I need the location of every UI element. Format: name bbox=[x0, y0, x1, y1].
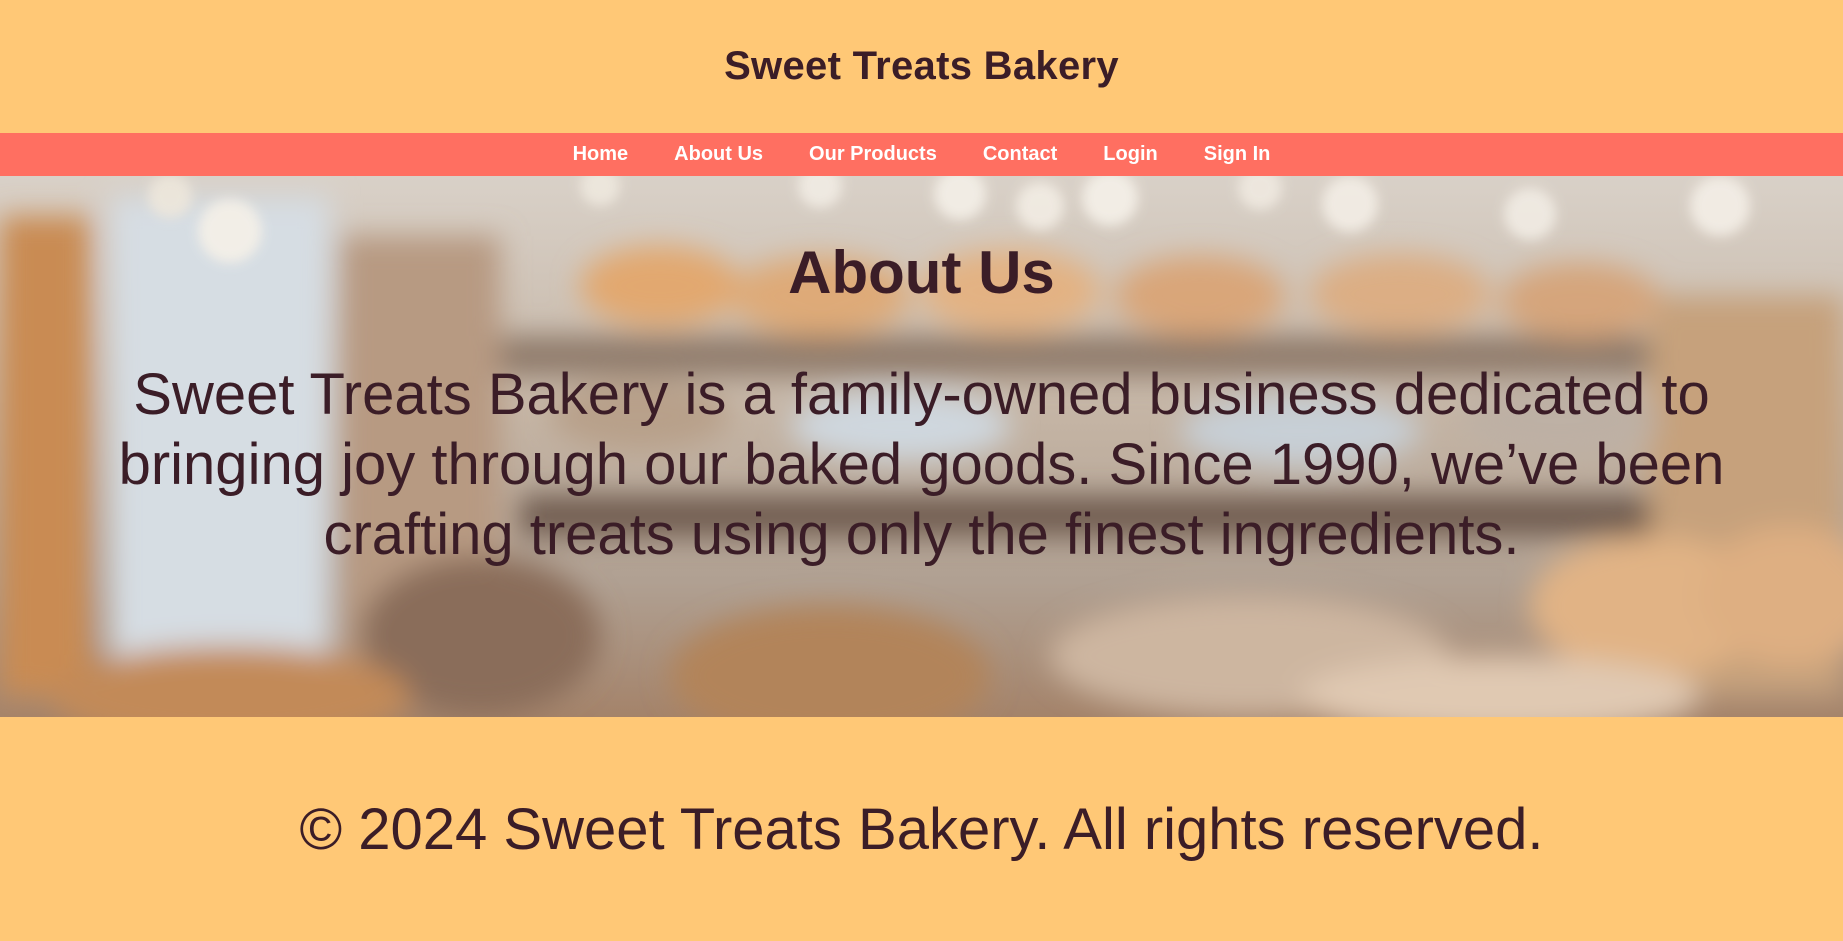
nav-about-link[interactable]: About Us bbox=[651, 143, 786, 166]
copyright-text: © 2024 Sweet Treats Bakery. All rights r… bbox=[299, 796, 1544, 862]
nav-products-link[interactable]: Our Products bbox=[786, 143, 960, 166]
about-hero-section: About Us Sweet Treats Bakery is a family… bbox=[0, 176, 1843, 717]
nav-contact-link[interactable]: Contact bbox=[960, 143, 1080, 166]
main-nav: Home About Us Our Products Contact Login… bbox=[0, 133, 1843, 176]
nav-signin-link[interactable]: Sign In bbox=[1181, 143, 1294, 166]
site-title: Sweet Treats Bakery bbox=[724, 44, 1119, 88]
site-header: Sweet Treats Bakery bbox=[0, 0, 1843, 133]
site-footer: © 2024 Sweet Treats Bakery. All rights r… bbox=[0, 717, 1843, 941]
about-heading: About Us bbox=[788, 239, 1055, 306]
nav-login-link[interactable]: Login bbox=[1080, 143, 1180, 166]
hero-content: About Us Sweet Treats Bakery is a family… bbox=[0, 176, 1843, 570]
nav-home-link[interactable]: Home bbox=[550, 143, 652, 166]
about-description: Sweet Treats Bakery is a family-owned bu… bbox=[118, 362, 1725, 567]
